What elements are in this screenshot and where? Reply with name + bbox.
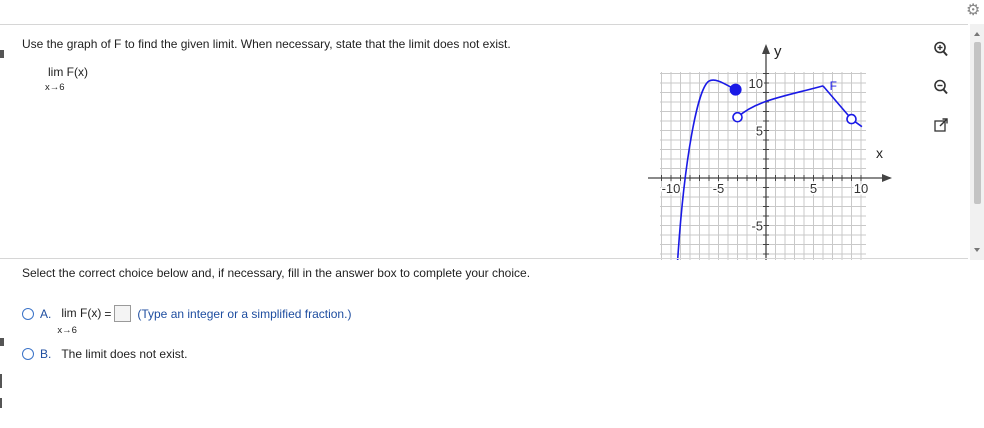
choice-b-radio[interactable] <box>22 348 34 360</box>
choice-b: B. The limit does not exist. <box>22 347 187 361</box>
y-tick-label: 10 <box>749 76 763 91</box>
scroll-up-arrow-icon[interactable] <box>974 32 980 36</box>
x-tick-label: 5 <box>810 181 817 196</box>
x-axis-arrow <box>882 174 892 182</box>
open-point <box>846 113 857 125</box>
x-tick-label: -5 <box>713 181 725 196</box>
graph-axes <box>648 44 892 260</box>
y-axis-arrow <box>762 44 770 54</box>
x-tick-label: -10 <box>662 181 681 196</box>
y-tick-label: 5 <box>756 124 763 139</box>
limit-text: lim F(x) <box>48 65 88 79</box>
left-edge-marker <box>0 338 4 346</box>
limit-expression: lim F(x) x→6 <box>45 65 88 94</box>
choice-a-limit-text: lim F(x) <box>61 306 102 320</box>
scroll-down-arrow-icon[interactable] <box>974 248 980 252</box>
top-divider <box>0 24 968 25</box>
graph-tick-labels: -10 -5 5 10 10 5 -5 <box>660 75 870 236</box>
choice-a: A. lim F(x) x→6 = (Type an integer or a … <box>22 305 352 337</box>
zoom-out-icon <box>934 79 948 95</box>
popout-icon <box>934 118 948 132</box>
question-prompt: Use the graph of F to find the given lim… <box>22 37 511 51</box>
left-edge-marker <box>0 50 4 58</box>
choice-a-letter: A. <box>40 307 52 321</box>
x-tick-label: 10 <box>854 181 868 196</box>
closed-point <box>729 83 742 96</box>
choice-a-limit: lim F(x) x→6 <box>57 306 102 337</box>
function-curve <box>676 79 863 260</box>
scrollbar-thumb[interactable] <box>974 42 981 204</box>
zoom-in-button[interactable] <box>928 36 954 62</box>
zoom-out-button[interactable] <box>928 74 954 100</box>
limit-subscript: x→6 <box>45 82 65 93</box>
function-graph: -10 -5 5 10 10 5 -5 y x F <box>648 43 892 260</box>
left-edge-marker <box>0 374 2 388</box>
gear-icon[interactable]: ⚙ <box>966 0 980 20</box>
choice-a-radio[interactable] <box>22 308 34 320</box>
graph-toolbar <box>928 36 958 150</box>
popout-button[interactable] <box>928 112 954 138</box>
y-tick-label: -5 <box>751 219 763 234</box>
instruction-text: Select the correct choice below and, if … <box>22 266 531 280</box>
answer-hint: (Type an integer or a simplified fractio… <box>137 307 352 321</box>
choice-b-text: The limit does not exist. <box>61 347 188 361</box>
answer-input[interactable] <box>114 305 132 322</box>
equals-sign: = <box>104 307 112 321</box>
curve-left-branch <box>676 79 736 260</box>
left-edge-marker <box>0 398 2 408</box>
open-point <box>732 111 743 123</box>
y-axis-label: y <box>774 43 782 60</box>
function-label: F <box>830 79 837 93</box>
zoom-in-icon <box>934 41 948 57</box>
section-divider <box>0 258 968 259</box>
x-axis-label: x <box>876 145 883 161</box>
choice-a-limit-subscript: x→6 <box>57 325 77 336</box>
choice-b-letter: B. <box>40 347 52 361</box>
